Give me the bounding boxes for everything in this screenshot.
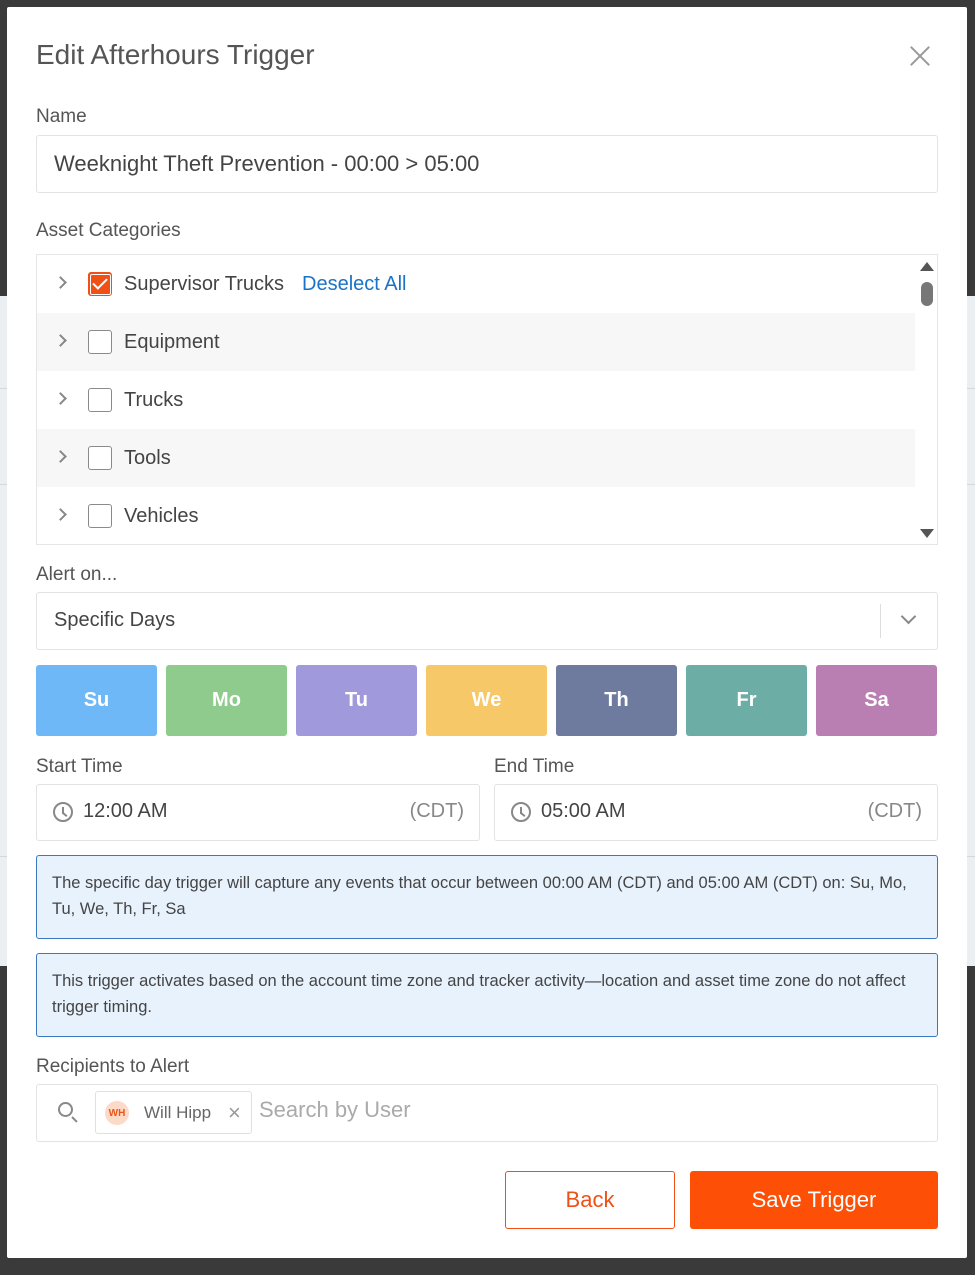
category-row[interactable]: Equipment	[37, 313, 915, 371]
category-label: Vehicles	[124, 505, 199, 527]
asset-categories-label: Asset Categories	[36, 220, 181, 241]
name-field[interactable]: Weeknight Theft Prevention - 00:00 > 05:…	[36, 135, 938, 193]
chevron-down-icon[interactable]	[900, 608, 917, 625]
day-button-tu[interactable]: Tu	[296, 665, 417, 736]
avatar: WH	[105, 1101, 129, 1125]
alert-on-value: Specific Days	[54, 609, 176, 631]
chevron-right-icon[interactable]	[54, 508, 67, 521]
day-button-sa[interactable]: Sa	[816, 665, 937, 736]
checkbox[interactable]	[88, 446, 112, 470]
specific-day-info-box: The specific day trigger will capture an…	[36, 855, 938, 939]
name-label: Name	[36, 106, 87, 127]
timezone-info-box: This trigger activates based on the acco…	[36, 953, 938, 1037]
category-label: Tools	[124, 447, 171, 469]
checkbox-checked[interactable]	[88, 272, 112, 296]
checkbox[interactable]	[88, 330, 112, 354]
chevron-right-icon[interactable]	[54, 334, 67, 347]
chevron-right-icon[interactable]	[54, 276, 67, 289]
save-trigger-button[interactable]: Save Trigger	[690, 1171, 938, 1229]
deselect-all-link[interactable]: Deselect All	[302, 273, 407, 296]
recipient-chip: WH Will Hipp ×	[95, 1091, 252, 1134]
category-label: Trucks	[124, 389, 184, 411]
modal-title: Edit Afterhours Trigger	[36, 39, 315, 70]
chevron-right-icon[interactable]	[54, 392, 67, 405]
checkbox[interactable]	[88, 504, 112, 528]
category-label: Equipment	[124, 331, 220, 353]
category-row[interactable]: Vehicles	[37, 487, 915, 544]
clock-icon	[511, 802, 531, 822]
chevron-right-icon[interactable]	[54, 450, 67, 463]
remove-recipient-icon[interactable]: ×	[228, 1100, 241, 1126]
search-icon	[58, 1102, 73, 1117]
day-button-su[interactable]: Su	[36, 665, 157, 736]
end-time-zone: (CDT)	[867, 800, 922, 822]
day-button-we[interactable]: We	[426, 665, 547, 736]
asset-categories-list: Supervisor Trucks Deselect All Equipment…	[36, 254, 938, 545]
category-row[interactable]: Supervisor Trucks Deselect All	[37, 255, 915, 313]
back-button[interactable]: Back	[505, 1171, 675, 1229]
scrollbar-thumb[interactable]	[921, 282, 933, 306]
recipient-search-input[interactable]: Search by User	[259, 1097, 411, 1123]
day-button-fr[interactable]: Fr	[686, 665, 807, 736]
day-button-mo[interactable]: Mo	[166, 665, 287, 736]
category-label: Supervisor Trucks	[124, 273, 285, 295]
end-time-field[interactable]: 05:00 AM (CDT)	[494, 784, 938, 841]
recipients-field[interactable]: WH Will Hipp × Search by User	[36, 1084, 938, 1142]
scroll-down-arrow-icon[interactable]	[920, 529, 934, 538]
day-button-th[interactable]: Th	[556, 665, 677, 736]
start-time-value: 12:00 AM	[83, 800, 168, 822]
clock-icon	[53, 802, 73, 822]
category-row[interactable]: Tools	[37, 429, 915, 487]
start-time-label: Start Time	[36, 756, 123, 777]
scroll-up-arrow-icon[interactable]	[920, 262, 934, 271]
end-time-label: End Time	[494, 756, 575, 777]
end-time-value: 05:00 AM	[541, 800, 626, 822]
start-time-zone: (CDT)	[409, 800, 464, 822]
close-icon[interactable]	[905, 41, 935, 71]
alert-on-label: Alert on...	[36, 564, 118, 585]
category-row[interactable]: Trucks	[37, 371, 915, 429]
recipient-name: Will Hipp	[144, 1103, 212, 1122]
checkbox[interactable]	[88, 388, 112, 412]
alert-on-select[interactable]: Specific Days	[36, 592, 938, 650]
start-time-field[interactable]: 12:00 AM (CDT)	[36, 784, 480, 841]
select-divider	[880, 604, 881, 638]
recipients-label: Recipients to Alert	[36, 1056, 190, 1077]
edit-trigger-modal: Edit Afterhours Trigger Name Weeknight T…	[7, 7, 967, 1258]
